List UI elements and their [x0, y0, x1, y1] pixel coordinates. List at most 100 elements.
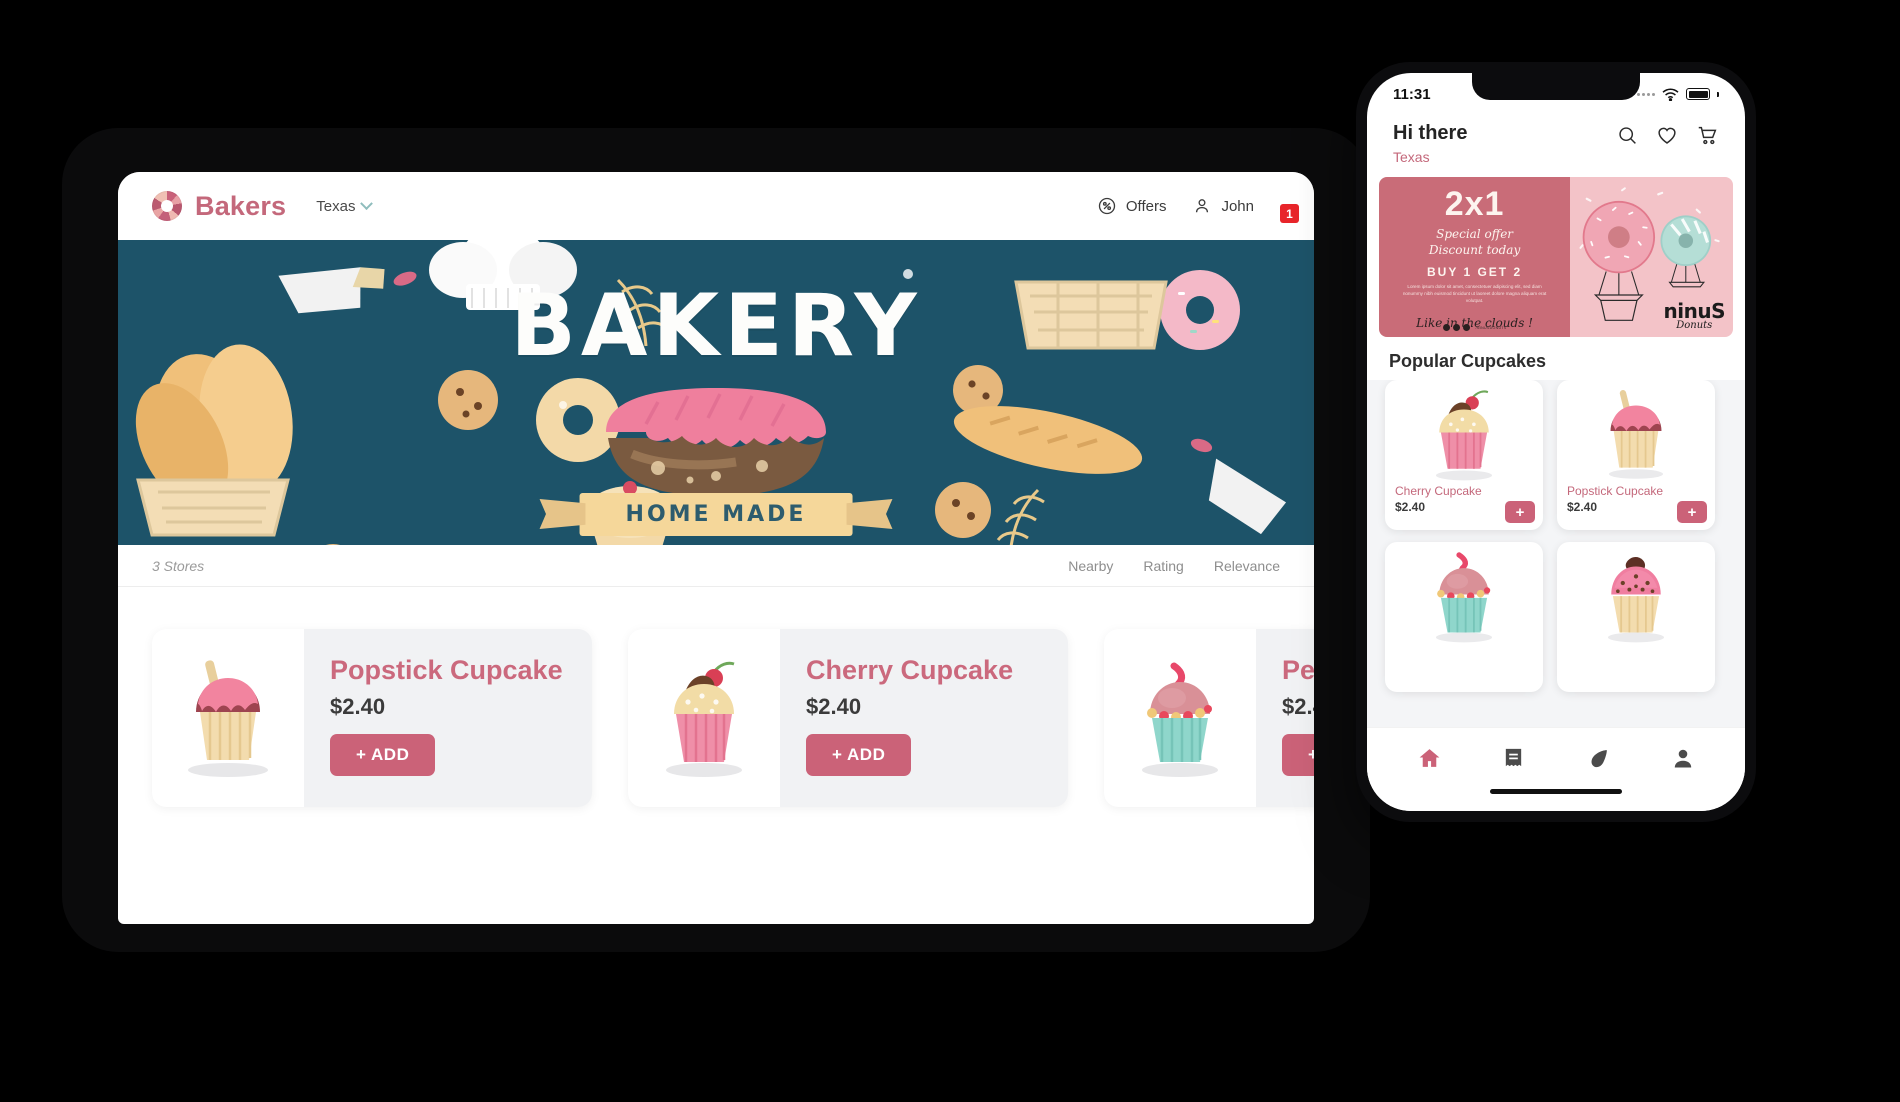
cupcake-name: Cherry Cupcake	[1395, 484, 1482, 498]
sort-options: Nearby Rating Relevance	[1068, 558, 1280, 574]
hero-banner: BAKERY HOME MADE	[118, 240, 1314, 545]
battery-icon	[1686, 88, 1710, 100]
phone-screen: 11:31 Hi there Texas 2x1 Special offer D…	[1367, 73, 1745, 811]
tablet-device: Bakers Texas Offers John 1 BAKERY HOME M…	[62, 128, 1370, 952]
sort-nearby[interactable]: Nearby	[1068, 558, 1113, 574]
cupcake-price: $2.40	[1395, 500, 1426, 514]
promo-handle: /NINUSDONUTS	[1475, 325, 1507, 330]
cupcake-card[interactable]: Cherry Cupcake $2.40 +	[1385, 380, 1543, 530]
popstick-cupcake-icon	[1608, 390, 1664, 479]
region-label: Texas	[316, 197, 356, 215]
chevron-down-icon	[360, 196, 374, 210]
signal-dots-icon	[1637, 92, 1655, 96]
twitter-icon	[1452, 324, 1460, 331]
cupcake-price: $2.40	[1567, 500, 1598, 514]
sprinkle-cupcake-icon	[1607, 557, 1665, 643]
product-info: Cherry Cupcake $2.40 + ADD	[780, 629, 1068, 807]
product-card[interactable]: Popstick Cupcake $2.40 + ADD	[152, 629, 592, 807]
cupcake-card[interactable]	[1385, 542, 1543, 692]
popular-cupcakes-grid: Cherry Cupcake $2.40 + Popstick Cupcake …	[1367, 380, 1745, 727]
cupcake-image	[1593, 386, 1679, 482]
sort-relevance[interactable]: Relevance	[1214, 558, 1280, 574]
facebook-icon	[1442, 324, 1450, 331]
heart-icon[interactable]	[1656, 125, 1678, 146]
bottom-nav	[1367, 727, 1745, 789]
add-to-cart-button[interactable]: + ADD	[1282, 734, 1314, 776]
cupcake-image	[1593, 548, 1679, 644]
product-image	[1104, 629, 1256, 807]
sort-rating[interactable]: Rating	[1143, 558, 1183, 574]
offers-button[interactable]: Offers	[1097, 196, 1166, 216]
add-button[interactable]: +	[1505, 501, 1535, 523]
stores-count: 3 Stores	[152, 557, 205, 574]
user-button[interactable]: John	[1192, 196, 1254, 216]
cupcake-image	[1421, 548, 1507, 644]
promo-script: Special offer Discount today	[1429, 226, 1520, 258]
promo-right-panel: ninuS Donuts	[1570, 177, 1733, 337]
greeting-block: Hi there Texas	[1393, 121, 1467, 165]
product-info: Popstick Cupcake $2.40 + ADD	[304, 629, 592, 807]
add-to-cart-button[interactable]: + ADD	[806, 734, 912, 776]
cupcake-name: Popstick Cupcake	[1567, 484, 1664, 498]
cupcake-card[interactable]: Popstick Cupcake $2.40 +	[1557, 380, 1715, 530]
teal-pearl-cupcake-icon	[1142, 662, 1218, 777]
product-price: $2.40	[806, 694, 862, 719]
product-price: $2.40	[330, 694, 386, 719]
cherry-cupcake-icon	[666, 661, 742, 777]
phone-header: Hi there Texas	[1367, 115, 1745, 177]
tablet-screen: Bakers Texas Offers John 1 BAKERY HOME M…	[118, 172, 1314, 924]
instagram-icon	[1462, 324, 1470, 331]
brand-title: Bakers	[195, 190, 287, 221]
promo-headline: 2x1	[1444, 185, 1505, 223]
person-icon	[1196, 199, 1209, 213]
cart-badge: 1	[1280, 204, 1299, 223]
filter-bar: 3 Stores Nearby Rating Relevance	[118, 545, 1314, 587]
hero-title: BAKERY	[510, 276, 922, 376]
promo-script-line2: Discount today	[1428, 243, 1521, 258]
brand-block[interactable]: Bakers	[152, 191, 286, 222]
donut-icon	[152, 191, 182, 221]
add-button[interactable]: +	[1677, 501, 1707, 523]
search-icon[interactable]	[1617, 125, 1638, 146]
status-indicators	[1637, 87, 1719, 101]
cupcake-card[interactable]	[1557, 542, 1715, 692]
status-bar: 11:31	[1367, 73, 1745, 115]
product-name: Pearl Cupcake	[1282, 655, 1314, 685]
product-card[interactable]: Cherry Cupcake $2.40 + ADD	[628, 629, 1068, 807]
tablet-header: Bakers Texas Offers John 1	[118, 172, 1314, 240]
promo-left-panel: 2x1 Special offer Discount today BUY 1 G…	[1379, 177, 1571, 337]
cart-icon[interactable]	[1696, 125, 1719, 146]
promo-script-line1: Special offer	[1436, 227, 1514, 241]
product-image	[628, 629, 780, 807]
discount-icon	[1098, 197, 1116, 215]
cherry-cupcake-icon	[1435, 390, 1493, 481]
wifi-icon	[1662, 87, 1679, 101]
greeting-text: Hi there	[1393, 122, 1468, 144]
product-name: Cherry Cupcake	[806, 655, 1014, 685]
section-title: Popular Cupcakes	[1389, 351, 1547, 371]
ninus-brand: ninuS Donuts	[1664, 301, 1726, 331]
region-selector[interactable]: Texas	[316, 196, 374, 215]
status-time: 11:31	[1393, 85, 1431, 103]
promo-banner[interactable]: 2x1 Special offer Discount today BUY 1 G…	[1379, 177, 1733, 337]
phone-region[interactable]: Texas	[1393, 149, 1467, 165]
product-list: Popstick Cupcake $2.40 + ADD Cherry Cupc…	[118, 587, 1314, 807]
header-actions: Offers John 1	[1097, 196, 1299, 223]
product-price: $2.40	[1282, 694, 1314, 719]
battery-tip-icon	[1717, 91, 1719, 97]
person-icon[interactable]	[1671, 746, 1695, 771]
home-icon[interactable]	[1417, 746, 1442, 771]
product-info: Pearl Cupcake $2.40 + ADD	[1256, 629, 1314, 807]
add-to-cart-button[interactable]: + ADD	[330, 734, 436, 776]
user-name: John	[1221, 197, 1254, 215]
phone-device: 11:31 Hi there Texas 2x1 Special offer D…	[1356, 62, 1756, 822]
home-indicator	[1367, 789, 1745, 811]
bell-icon[interactable]	[1586, 746, 1611, 771]
popstick-cupcake-icon	[188, 660, 268, 777]
screenshot-stage: Bakers Texas Offers John 1 BAKERY HOME M…	[0, 0, 1900, 1102]
receipt-icon[interactable]	[1502, 746, 1525, 771]
product-name: Popstick Cupcake	[330, 655, 563, 685]
phone-header-actions	[1617, 121, 1719, 146]
promo-lorem-text: Lorem ipsum dolor sit amet, consectetuer…	[1402, 284, 1547, 304]
product-card[interactable]: Pearl Cupcake $2.40 + ADD	[1104, 629, 1314, 807]
